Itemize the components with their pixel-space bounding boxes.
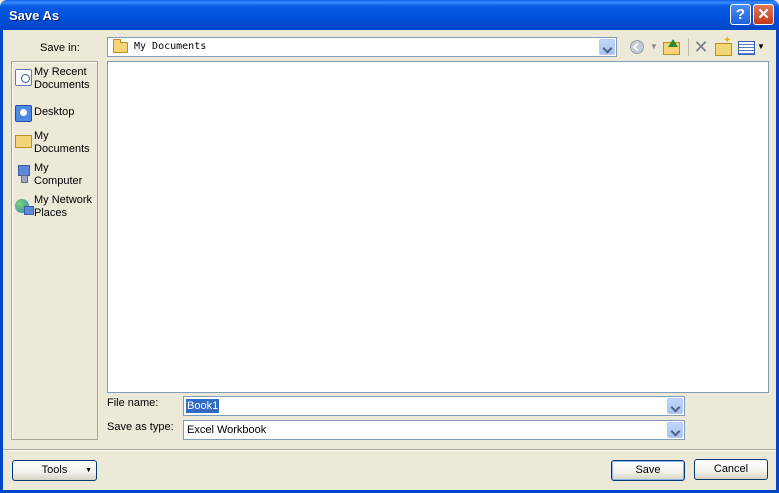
up-folder-icon[interactable] xyxy=(662,38,680,56)
title-bar: Save As ? ✕ xyxy=(0,0,779,30)
file-name-value[interactable]: Book1 xyxy=(186,399,220,413)
tools-label: Tools xyxy=(41,464,68,476)
back-dropdown-icon[interactable]: ▼ xyxy=(650,38,658,56)
views-icon[interactable] xyxy=(737,38,755,56)
delete-icon[interactable]: ✕ xyxy=(692,38,710,56)
place-my-recent-documents[interactable]: My Recent Documents xyxy=(14,66,96,96)
my-computer-icon xyxy=(15,165,32,183)
file-name-label: File name: xyxy=(107,397,159,409)
cancel-button[interactable]: Cancel xyxy=(694,459,768,480)
chevron-down-icon[interactable] xyxy=(667,398,683,414)
chevron-down-icon[interactable] xyxy=(667,422,683,438)
place-label: Desktop xyxy=(34,106,75,118)
divider xyxy=(3,449,776,451)
recent-documents-icon xyxy=(15,69,32,86)
place-label: My Computer xyxy=(34,162,83,187)
place-desktop[interactable]: Desktop xyxy=(14,102,96,124)
place-my-documents[interactable]: My Documents xyxy=(14,130,96,160)
toolbar-separator xyxy=(688,38,689,56)
place-my-computer[interactable]: My Computer xyxy=(14,162,96,192)
tools-button[interactable]: Tools ▼ xyxy=(12,460,97,481)
places-bar: My Recent Documents Desktop My Documents… xyxy=(11,61,98,440)
new-folder-icon[interactable] xyxy=(714,35,732,56)
place-label: My Network Places xyxy=(34,194,93,219)
folder-icon xyxy=(113,39,128,53)
chevron-down-icon: ▼ xyxy=(85,467,92,474)
save-as-type-label: Save as type: xyxy=(107,421,174,433)
place-label: My Recent Documents xyxy=(34,66,90,91)
back-icon[interactable] xyxy=(628,38,646,56)
place-label: My Documents xyxy=(34,130,90,155)
save-button[interactable]: Save xyxy=(611,460,685,481)
file-name-input[interactable]: Book1 xyxy=(183,396,685,416)
save-in-label: Save in: xyxy=(40,42,80,54)
window-title: Save As xyxy=(9,8,60,23)
my-documents-icon xyxy=(15,135,32,148)
save-as-type-value: Excel Workbook xyxy=(187,424,267,436)
place-my-network-places[interactable]: My Network Places xyxy=(14,194,96,224)
save-in-dropdown[interactable]: My Documents xyxy=(107,37,617,57)
help-button[interactable]: ? xyxy=(730,4,751,25)
desktop-icon xyxy=(15,105,32,122)
save-as-type-dropdown[interactable]: Excel Workbook xyxy=(183,420,685,440)
file-list[interactable] xyxy=(107,61,769,393)
views-dropdown-icon[interactable]: ▼ xyxy=(757,38,765,56)
chevron-down-icon[interactable] xyxy=(599,39,615,55)
close-button[interactable]: ✕ xyxy=(753,4,774,25)
network-places-icon xyxy=(15,197,34,215)
save-in-value: My Documents xyxy=(134,41,207,52)
